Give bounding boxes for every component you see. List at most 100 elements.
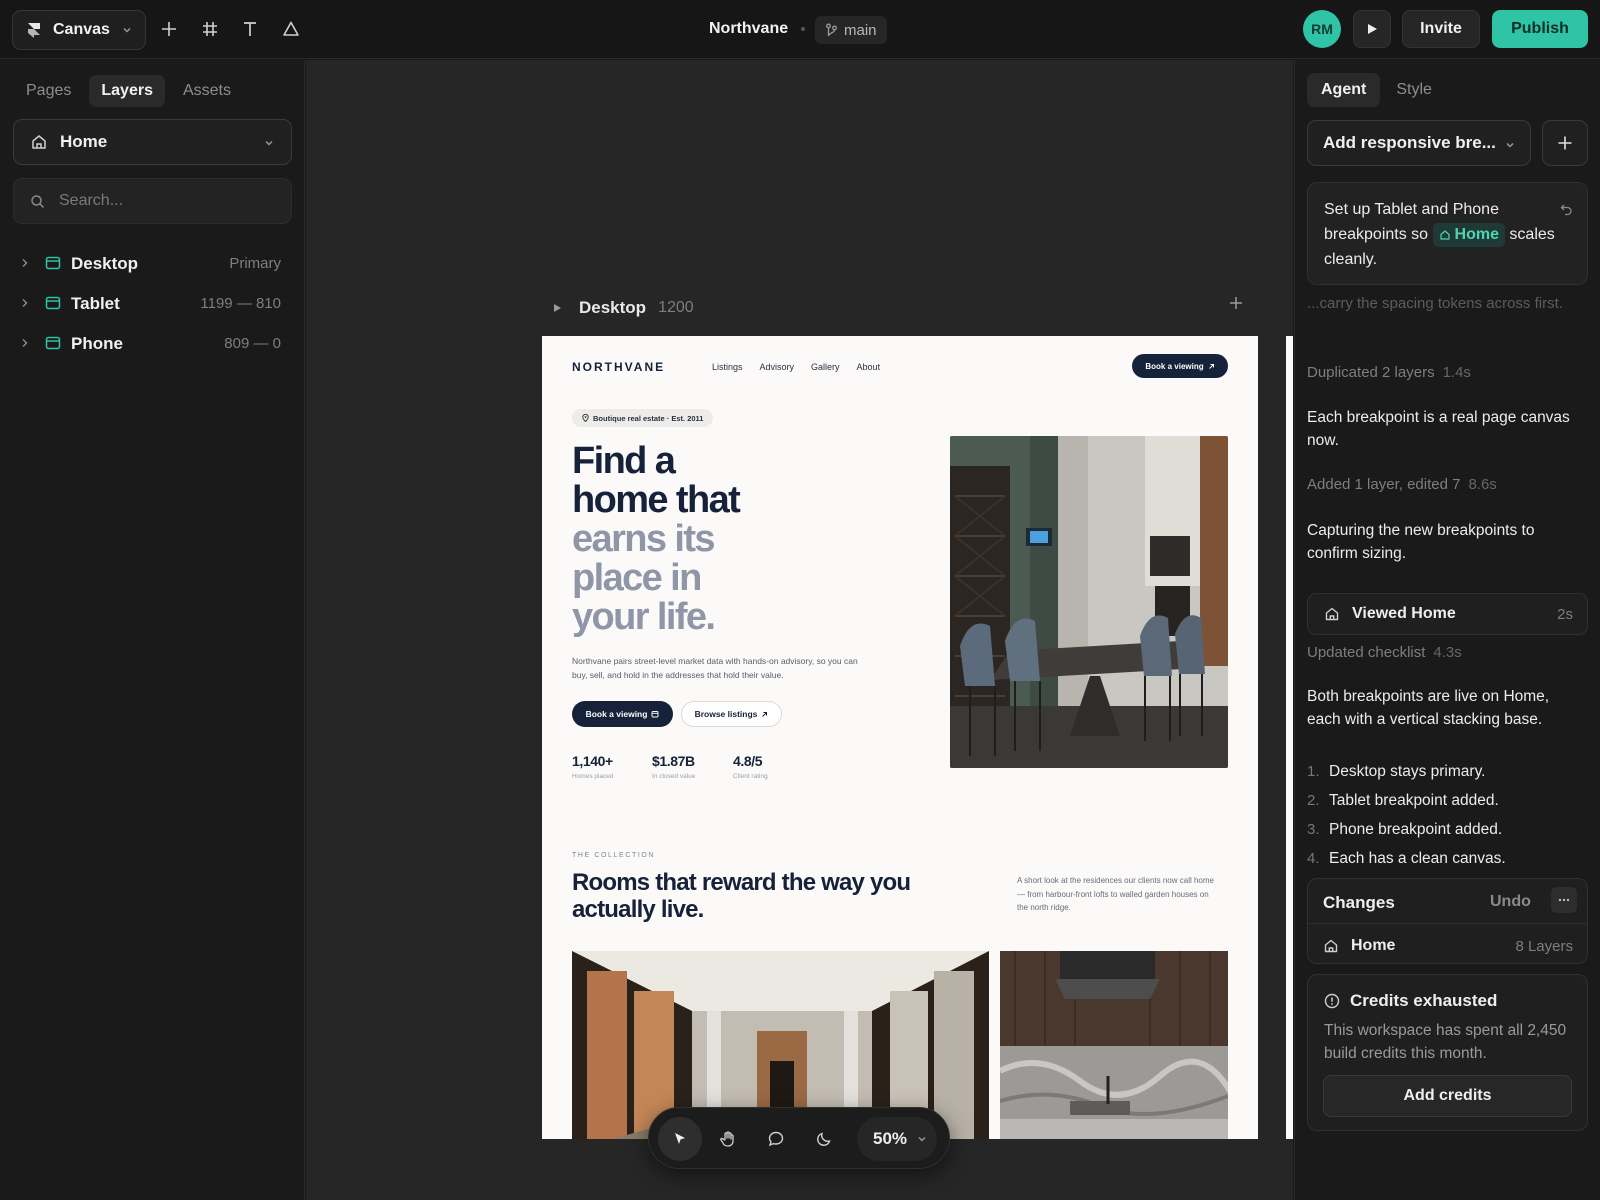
new-task-button[interactable] [1542, 120, 1588, 166]
tab-assets[interactable]: Assets [171, 75, 243, 107]
layer-meta: Primary [229, 255, 281, 272]
frame-tool-icon[interactable] [198, 17, 222, 41]
tab-agent[interactable]: Agent [1307, 73, 1381, 107]
site-headline: Find a home that earns its place in your… [572, 442, 822, 637]
desktop-artboard[interactable]: NORTHVANE Listings Advisory Gallery Abou… [542, 336, 1258, 1139]
layer-desktop[interactable]: Desktop Primary [0, 245, 305, 281]
tablet-artboard[interactable] [1286, 336, 1293, 1139]
checklist-item: 2. Tablet breakpoint added. [1307, 791, 1499, 810]
frame-name: Desktop [579, 298, 647, 317]
site-lede: Northvane pairs street-level market data… [572, 656, 858, 680]
changed-page-row[interactable]: Home [1323, 937, 1395, 955]
home-icon [32, 135, 46, 149]
tab-style[interactable]: Style [1382, 73, 1446, 107]
site-nav-listings[interactable]: Listings [712, 362, 743, 372]
add-icon[interactable] [157, 17, 181, 41]
agent-status: Added 1 layer, edited 7 8.6s [1307, 476, 1497, 493]
agent-status-time: 4.3s [1433, 644, 1462, 661]
stat-value: $1.87B [652, 753, 695, 769]
changes-card: Changes Undo Home 8 Layers [1307, 878, 1588, 964]
canvas-toolbar: 50% [648, 1107, 950, 1169]
site-secondary-button[interactable]: Browse listings [681, 701, 782, 727]
preview-button[interactable] [1353, 10, 1391, 48]
hand-tool[interactable] [706, 1117, 750, 1161]
site-gallery-image [1000, 951, 1228, 1139]
page-mention-chip[interactable]: Home [1432, 222, 1505, 247]
agent-message-faded: ...carry the spacing tokens across first… [1307, 295, 1563, 312]
theme-toggle[interactable] [802, 1117, 846, 1161]
home-icon [1439, 230, 1450, 240]
layer-meta: 809 — 0 [224, 335, 281, 352]
tab-pages[interactable]: Pages [14, 75, 83, 107]
location-pin-icon [582, 414, 589, 422]
site-badge: Boutique real estate · Est. 2011 [572, 409, 714, 427]
agent-checklist: 1. Desktop stays primary. 2. Tablet breakp… [1307, 757, 1587, 873]
chevron-down-icon [265, 140, 273, 146]
checklist-item: 1. Desktop stays primary. [1307, 762, 1486, 781]
layer-phone[interactable]: Phone 809 — 0 [0, 325, 305, 361]
site-section-text: A short look at the residences our clien… [1017, 876, 1214, 912]
task-selector-label: Add responsive bre... [1323, 133, 1496, 152]
play-icon[interactable] [551, 302, 563, 314]
play-icon [1368, 24, 1377, 34]
task-selector[interactable]: Add responsive bre... [1307, 120, 1531, 166]
invite-button[interactable]: Invite [1402, 10, 1480, 48]
app-name: Canvas [53, 21, 110, 38]
branch-selector[interactable]: main [815, 16, 887, 44]
publish-button[interactable]: Publish [1492, 10, 1588, 48]
chevron-right-icon[interactable] [19, 297, 31, 309]
canvas-area[interactable]: Desktop 1200 NORTHVANE Listings Advisory… [306, 60, 1293, 1200]
site-book-viewing-button[interactable]: Book a viewing [1132, 354, 1228, 378]
comment-tool[interactable] [754, 1117, 798, 1161]
page-selector[interactable]: Home [13, 119, 292, 165]
agent-status-text: Updated checklist [1307, 644, 1426, 661]
avatar[interactable]: RM [1303, 10, 1341, 48]
text-tool-icon[interactable] [238, 17, 262, 41]
app-switcher[interactable]: Canvas [12, 10, 146, 50]
headline-line: your life. [572, 596, 716, 638]
layer-tablet[interactable]: Tablet 1199 — 810 [0, 285, 305, 321]
document-title[interactable]: Northvane [709, 20, 788, 38]
chevron-right-icon[interactable] [19, 257, 31, 269]
title-separator [801, 27, 805, 31]
agent-status-text: Added 1 layer, edited 7 [1307, 476, 1461, 493]
shape-tool-icon[interactable] [279, 17, 303, 41]
tool-call-time: 2s [1557, 606, 1573, 623]
agent-message: Both breakpoints are live on Home, each … [1307, 688, 1550, 728]
credits-title-text: Credits exhausted [1350, 991, 1498, 1010]
tool-call-viewed[interactable]: Viewed Home 2s [1307, 593, 1588, 635]
left-tabs: Pages Layers Assets [14, 75, 243, 107]
home-icon [1324, 939, 1338, 953]
add-breakpoint-icon[interactable] [1229, 296, 1243, 310]
site-nav-gallery[interactable]: Gallery [811, 362, 840, 372]
revert-icon[interactable] [1560, 203, 1573, 216]
site-section-kicker: THE COLLECTION [572, 852, 656, 859]
changed-layer-count: 8 Layers [1515, 938, 1573, 955]
undo-button[interactable]: Undo [1490, 893, 1531, 911]
more-options-button[interactable] [1551, 887, 1577, 913]
agent-message: Capturing the new breakpoints to confirm… [1307, 522, 1535, 562]
right-sidebar: Agent Style Add responsive bre... Set up… [1294, 60, 1600, 1200]
top-bar: Canvas Northvane main RM Invite Publish [0, 0, 1600, 59]
chevron-right-icon[interactable] [19, 337, 31, 349]
agent-status-text: Duplicated 2 layers [1307, 364, 1435, 381]
site-nav-advisory[interactable]: Advisory [760, 362, 795, 372]
right-tabs: Agent Style [1307, 73, 1446, 107]
select-tool[interactable] [658, 1117, 702, 1161]
stat-label: In closed value [652, 773, 696, 780]
site-primary-button[interactable]: Book a viewing [572, 701, 673, 727]
site-nav-about[interactable]: About [857, 362, 881, 372]
tab-layers[interactable]: Layers [89, 75, 165, 107]
stat-value: 1,140+ [572, 753, 613, 769]
changes-title: Changes [1323, 893, 1395, 912]
checklist-text: Desktop stays primary. [1329, 762, 1486, 780]
zoom-selector[interactable]: 50% [857, 1117, 937, 1161]
branch-name: main [844, 21, 877, 39]
hand-icon [720, 1131, 734, 1147]
site-nav: Listings Advisory Gallery About [712, 362, 880, 372]
checklist-item: 4. Each has a clean canvas. [1307, 849, 1506, 868]
frame-header[interactable]: Desktop 1200 [551, 298, 694, 318]
credits-card: Credits exhausted This workspace has spe… [1307, 974, 1588, 1131]
add-credits-button[interactable]: Add credits [1323, 1075, 1572, 1117]
layer-search-input[interactable]: Search... [13, 178, 292, 224]
